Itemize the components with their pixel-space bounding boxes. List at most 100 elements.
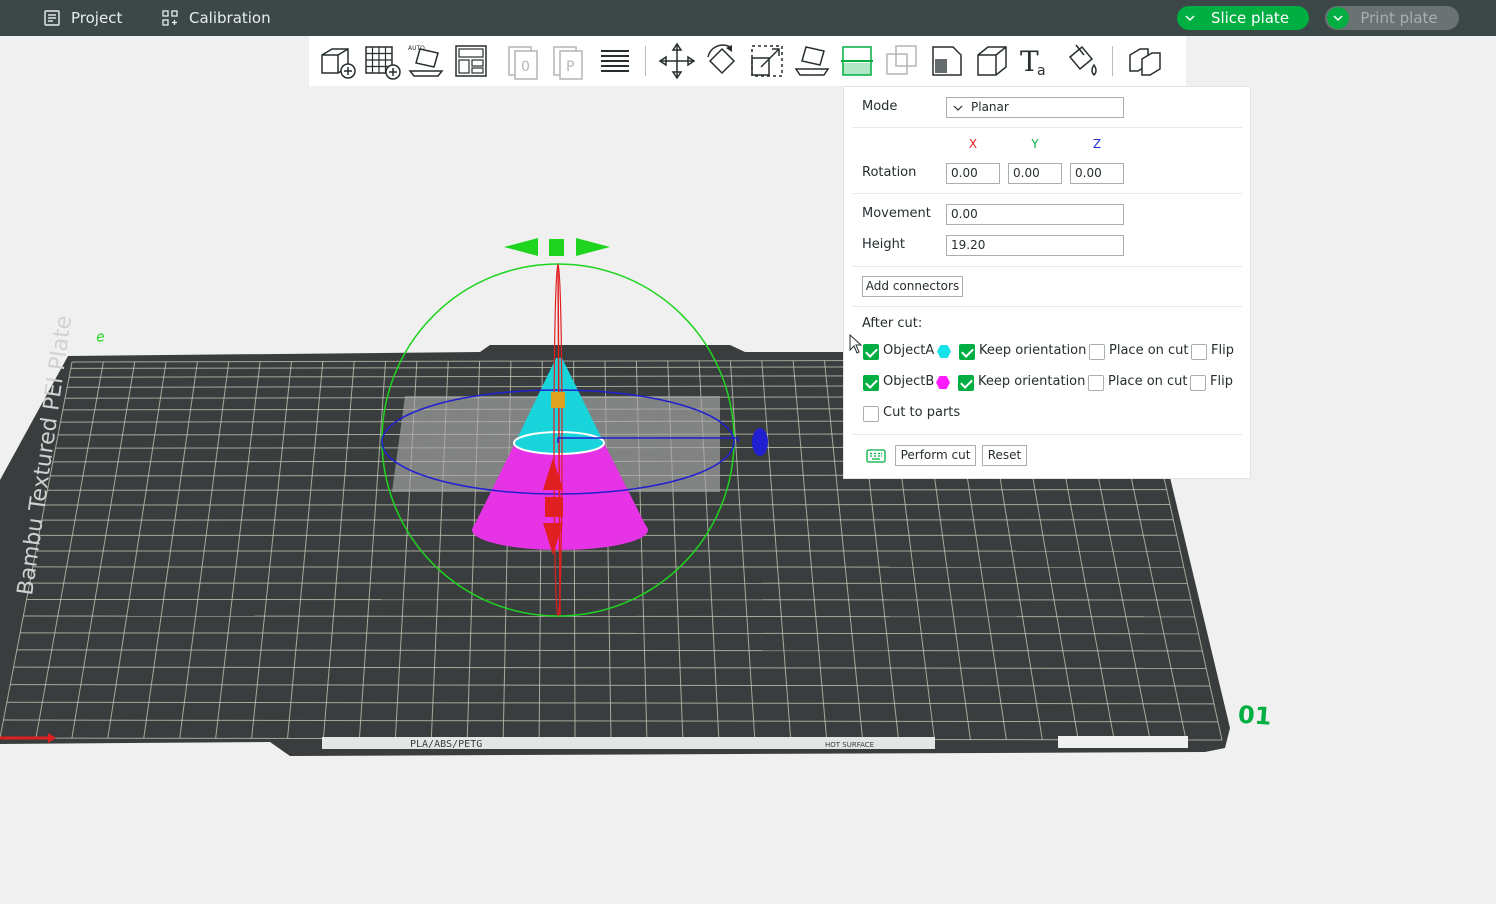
object-b-checkbox[interactable] <box>863 375 879 391</box>
slice-plate-label: Slice plate <box>1210 9 1290 27</box>
color-paint-button[interactable] <box>1059 38 1104 84</box>
add-plate-button[interactable] <box>358 38 403 84</box>
object-b-keep-orientation-checkbox[interactable] <box>958 375 974 391</box>
object-a-checkbox[interactable] <box>863 344 879 360</box>
auto-orient-icon: AUTO <box>408 45 444 77</box>
separator <box>852 306 1242 307</box>
movement-input[interactable]: 0.00 <box>946 204 1124 225</box>
rotate-left-arrow[interactable] <box>504 238 538 256</box>
seam-icon <box>976 46 1007 76</box>
bed-corner-strip <box>1058 736 1188 748</box>
add-object-button[interactable] <box>313 38 358 84</box>
axis-y-label: Y <box>1031 137 1039 151</box>
arrange-button[interactable] <box>448 38 493 84</box>
keyboard-icon[interactable] <box>866 449 886 463</box>
object-a-flip-checkbox[interactable] <box>1191 344 1207 360</box>
chevron-down-icon <box>1333 15 1343 22</box>
object-b-flip-label: Flip <box>1210 374 1233 389</box>
object-a-keep-orientation-checkbox[interactable] <box>959 344 975 360</box>
bed-hot-label: HOT SURFACE <box>825 741 874 749</box>
object-b-place-on-cut-checkbox[interactable] <box>1088 375 1104 391</box>
auto-orient-button[interactable]: AUTO <box>403 38 448 84</box>
plate-p-icon: P <box>552 46 583 80</box>
bed-corner-mark: e <box>95 329 106 346</box>
bed-material-label: PLA/ABS/PETG <box>410 739 482 750</box>
rotate-button[interactable] <box>699 38 744 84</box>
separator <box>852 193 1242 194</box>
mode-value: Planar <box>971 100 1009 114</box>
cut-to-parts-checkbox[interactable] <box>863 406 879 422</box>
add-object-icon <box>320 48 356 79</box>
object-b-flip-checkbox[interactable] <box>1190 375 1206 391</box>
after-cut-label: After cut: <box>862 316 923 331</box>
move-handle[interactable] <box>545 497 563 517</box>
height-input[interactable]: 19.20 <box>946 235 1124 256</box>
plane-center-marker <box>551 392 565 408</box>
layers-icon <box>600 50 629 72</box>
mode-select[interactable]: Planar <box>946 97 1124 118</box>
chevron-down-icon <box>1185 15 1195 22</box>
rotate-handle[interactable] <box>549 239 564 256</box>
cut-button[interactable] <box>834 38 879 84</box>
separator <box>852 266 1242 267</box>
support-paint-button[interactable] <box>924 38 969 84</box>
support-paint-icon <box>931 46 962 76</box>
boolean-icon <box>885 45 917 75</box>
print-plate-button[interactable]: Print plate <box>1325 6 1459 30</box>
perform-cut-button[interactable]: Perform cut <box>895 445 976 466</box>
scene-canvas[interactable]: PLA/ABS/PETG HOT SURFACE 01 Bambu Textur… <box>0 36 1496 904</box>
slice-plate-button[interactable]: Slice plate <box>1177 6 1309 30</box>
3d-viewport[interactable]: PLA/ABS/PETG HOT SURFACE 01 Bambu Textur… <box>0 36 1496 904</box>
object-b-color-swatch <box>936 376 950 389</box>
object-a-place-on-cut-label: Place on cut <box>1109 343 1189 358</box>
rotate-icon <box>706 44 735 75</box>
reset-button[interactable]: Reset <box>982 445 1027 466</box>
object-b-place-on-cut-label: Place on cut <box>1108 374 1188 389</box>
plate-zero-button[interactable]: 0 <box>502 38 547 84</box>
svg-text:a: a <box>1037 63 1046 79</box>
top-bar: Project Calibration Slice plate Print pl… <box>0 0 1496 36</box>
object-b-label: ObjectB <box>883 374 935 389</box>
separator <box>852 434 1242 435</box>
text-icon: Ta <box>1020 45 1046 79</box>
scale-icon <box>750 45 783 77</box>
plate-number: 01 <box>1237 700 1272 730</box>
text-button[interactable]: Ta <box>1014 38 1059 84</box>
project-menu[interactable]: Project <box>43 0 122 36</box>
height-label: Height <box>862 237 905 252</box>
object-a-color-swatch <box>937 345 951 358</box>
color-paint-icon <box>1068 44 1097 77</box>
cut-icon <box>840 46 873 76</box>
move-button[interactable] <box>654 38 699 84</box>
print-plate-label: Print plate <box>1360 9 1438 27</box>
add-connectors-button[interactable]: Add connectors <box>862 276 963 297</box>
seam-button[interactable] <box>969 38 1014 84</box>
slice-dropdown[interactable] <box>1179 7 1201 29</box>
plate-p-button[interactable]: P <box>547 38 592 84</box>
layout-icon <box>454 45 487 77</box>
layers-button[interactable] <box>592 38 637 84</box>
print-dropdown[interactable] <box>1327 7 1349 29</box>
object-a-keep-orientation-label: Keep orientation <box>979 343 1087 358</box>
plate-zero-icon: 0 <box>507 46 538 80</box>
assembly-icon <box>1128 48 1161 76</box>
cut-to-parts-label: Cut to parts <box>883 405 961 420</box>
rotation-z-input[interactable]: 0.00 <box>1070 163 1124 184</box>
assembly-button[interactable] <box>1121 38 1166 84</box>
chevron-down-icon <box>953 105 963 111</box>
rotation-x-input[interactable]: 0.00 <box>946 163 1000 184</box>
rotation-label: Rotation <box>862 165 917 180</box>
rotate-right-arrow[interactable] <box>576 238 610 256</box>
separator <box>852 127 1242 128</box>
mouse-cursor-icon <box>849 334 863 354</box>
object-a-place-on-cut-checkbox[interactable] <box>1089 344 1105 360</box>
object-a-flip-label: Flip <box>1211 343 1234 358</box>
rotation-handle[interactable] <box>752 428 768 456</box>
lay-on-face-icon <box>794 46 829 76</box>
calibration-menu[interactable]: Calibration <box>161 0 271 36</box>
svg-text:P: P <box>566 59 574 75</box>
boolean-button[interactable] <box>879 38 924 84</box>
lay-on-face-button[interactable] <box>789 38 834 84</box>
scale-button[interactable] <box>744 38 789 84</box>
rotation-y-input[interactable]: 0.00 <box>1008 163 1062 184</box>
